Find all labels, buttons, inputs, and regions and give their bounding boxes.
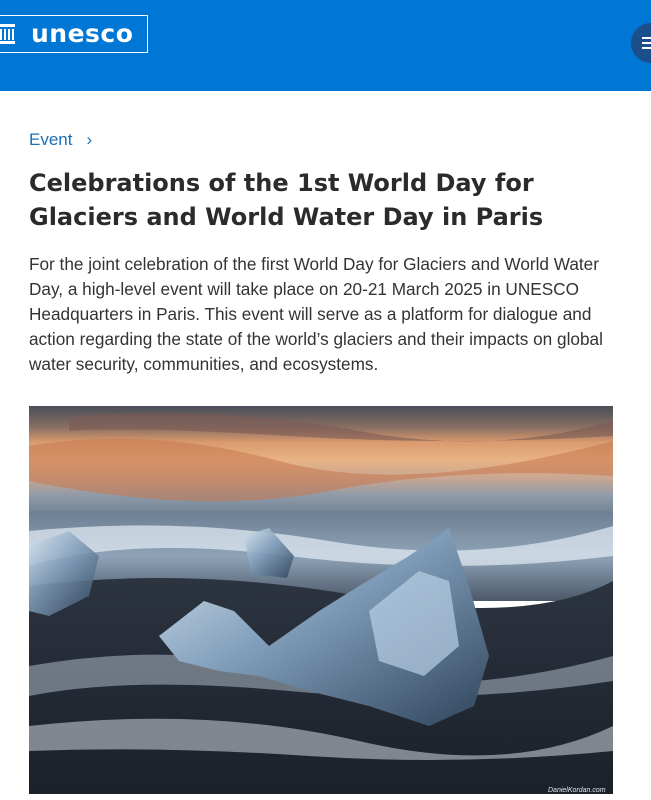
image-credit: DanielKordan.com — [548, 787, 606, 794]
menu-button[interactable] — [631, 23, 651, 63]
hamburger-menu-icon — [642, 37, 651, 39]
site-header: unesco — [0, 0, 651, 91]
page-title: Celebrations of the 1st World Day for Gl… — [29, 169, 544, 231]
hero-image-glacier-ice-beach — [29, 406, 613, 794]
breadcrumb: Event › — [29, 130, 92, 150]
hamburger-menu-icon-bar — [642, 47, 651, 49]
breadcrumb-event-link[interactable]: Event — [29, 130, 72, 150]
logo-text: unesco — [31, 19, 134, 48]
hamburger-menu-icon-bar — [642, 42, 651, 44]
chevron-right-icon: › — [86, 130, 93, 149]
temple-icon — [0, 24, 15, 44]
article-description: For the joint celebration of the first W… — [29, 254, 603, 374]
unesco-logo[interactable]: unesco — [0, 15, 148, 53]
